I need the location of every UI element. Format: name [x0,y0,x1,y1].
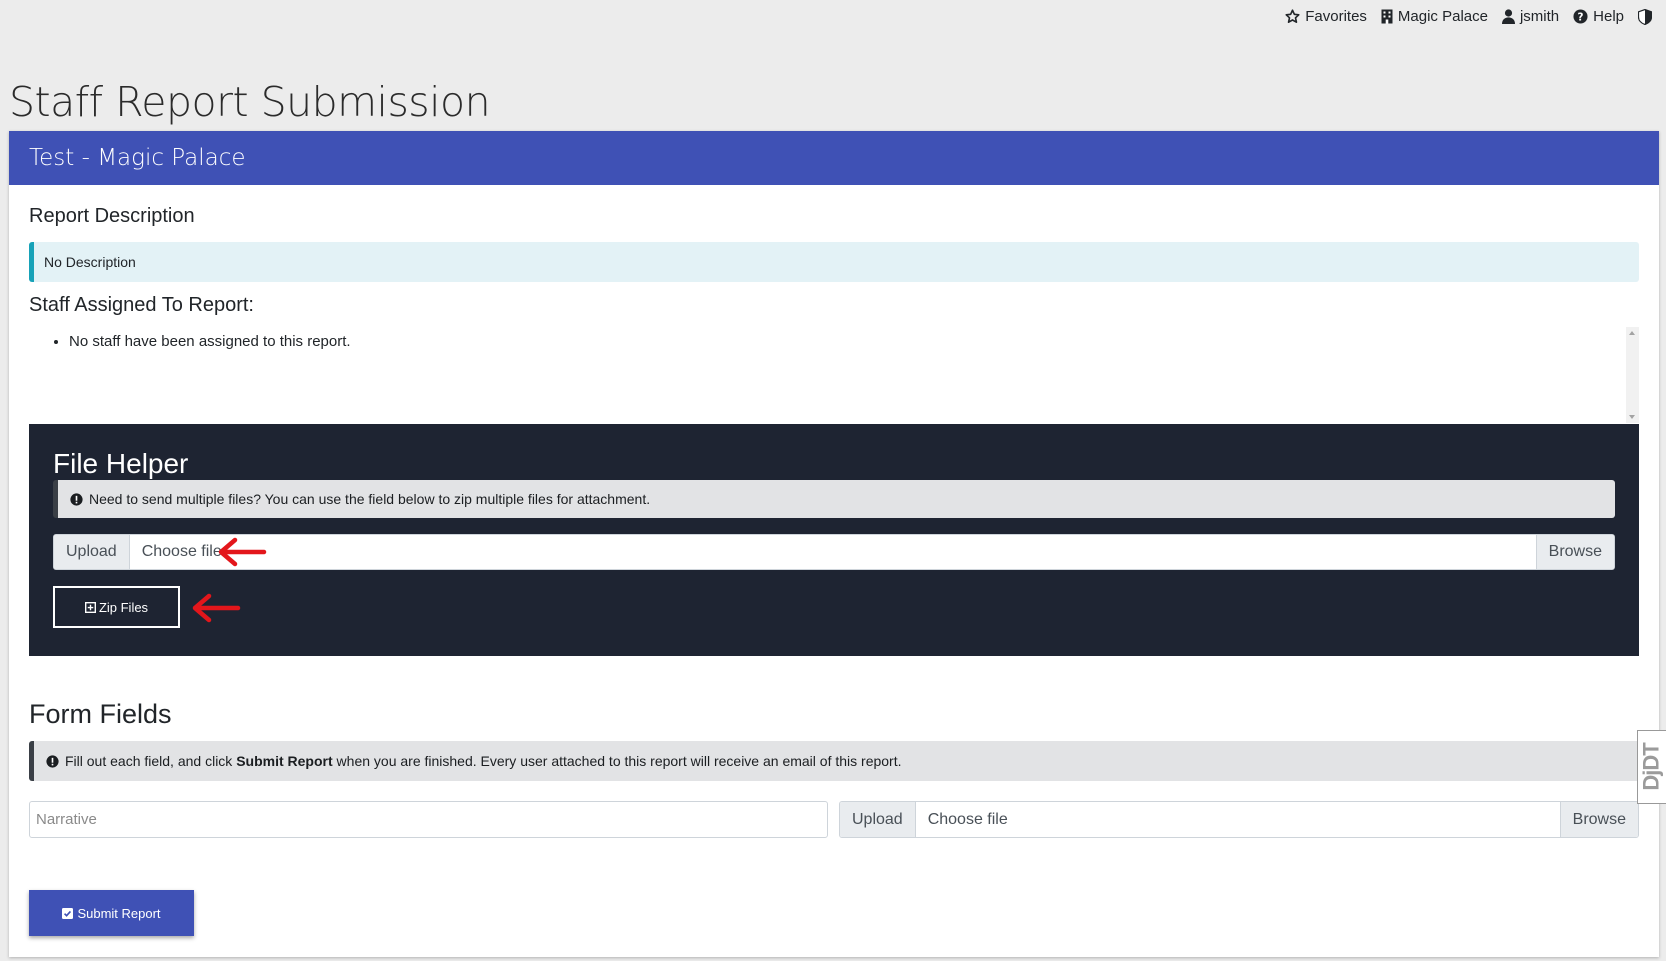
nav-privacy[interactable] [1638,8,1652,25]
staff-heading: Staff Assigned To Report: [29,294,254,316]
svg-text:?: ? [1578,11,1584,23]
form-alert-pre: Fill out each field, and click [65,753,237,769]
staff-list-item: No staff have been assigned to this repo… [69,333,1639,350]
zip-choose-file[interactable]: Choose file [130,535,1536,569]
nav-favorites-label: Favorites [1305,8,1367,25]
file-helper-title: File Helper [53,448,189,479]
nav-favorites[interactable]: Favorites [1285,8,1367,25]
arrow-left-icon [192,593,241,623]
form-browse-button[interactable]: Browse [1559,802,1638,837]
description-box: No Description [29,242,1639,282]
file-helper-alert: Need to send multiple files? You can use… [53,480,1615,518]
zip-file-input-group[interactable]: Upload Choose file Browse [53,534,1615,570]
submit-report-button[interactable]: Submit Report [29,890,194,936]
form-alert-text: Fill out each field, and click Submit Re… [65,753,902,769]
file-helper-alert-text: Need to send multiple files? You can use… [89,491,651,507]
zip-browse-button[interactable]: Browse [1535,535,1614,569]
zip-files-button[interactable]: Zip Files [53,586,180,628]
form-fields-heading: Form Fields [29,699,172,729]
report-card: Test - Magic Palace Report Description N… [9,131,1659,957]
exclamation-circle-icon [46,754,59,768]
submit-report-label: Submit Report [77,905,161,921]
user-icon [1501,9,1515,24]
zip-files-label: Zip Files [98,599,149,615]
question-circle-icon: ? [1573,9,1588,24]
debug-toolbar-label: DjDT [1639,743,1665,791]
zip-upload-label: Upload [54,535,130,569]
form-alert-bold: Submit Report [236,753,333,769]
building-icon [1381,9,1393,24]
scroll-down-icon[interactable] [1629,415,1635,419]
exclamation-circle-icon [70,492,83,506]
nav-user[interactable]: jsmith [1501,8,1560,25]
nav-help-label: Help [1593,8,1624,25]
card-header: Test - Magic Palace [9,131,1659,185]
form-file-input-group[interactable]: Upload Choose file Browse [839,801,1639,838]
debug-toolbar-handle[interactable]: DjDT [1637,730,1666,804]
form-alert-post: when you are finished. Every user attach… [332,753,902,769]
staff-list-scrollbar[interactable] [1626,327,1639,423]
top-nav: Favorites Magic Palace jsmith ? Help [1285,8,1652,25]
arrow-left-icon [218,537,267,567]
form-upload-label: Upload [840,802,916,837]
description-text: No Description [44,254,136,270]
nav-user-label: jsmith [1519,8,1560,25]
page-title: Staff Report Submission [9,78,491,126]
staff-list: No staff have been assigned to this repo… [29,327,1639,423]
star-icon [1285,9,1300,23]
form-alert: Fill out each field, and click Submit Re… [29,741,1644,781]
form-choose-file[interactable]: Choose file [916,802,1560,837]
file-helper-panel: File Helper Need to send multiple files?… [29,424,1639,656]
nav-help[interactable]: ? Help [1573,8,1624,25]
nav-location-label: Magic Palace [1397,8,1488,25]
narrative-input[interactable] [29,801,828,838]
shield-icon [1638,8,1652,25]
check-square-icon [62,907,74,919]
nav-location[interactable]: Magic Palace [1381,8,1488,25]
report-description-heading: Report Description [29,205,195,227]
scroll-up-icon[interactable] [1629,331,1635,335]
plus-square-icon [84,601,96,613]
